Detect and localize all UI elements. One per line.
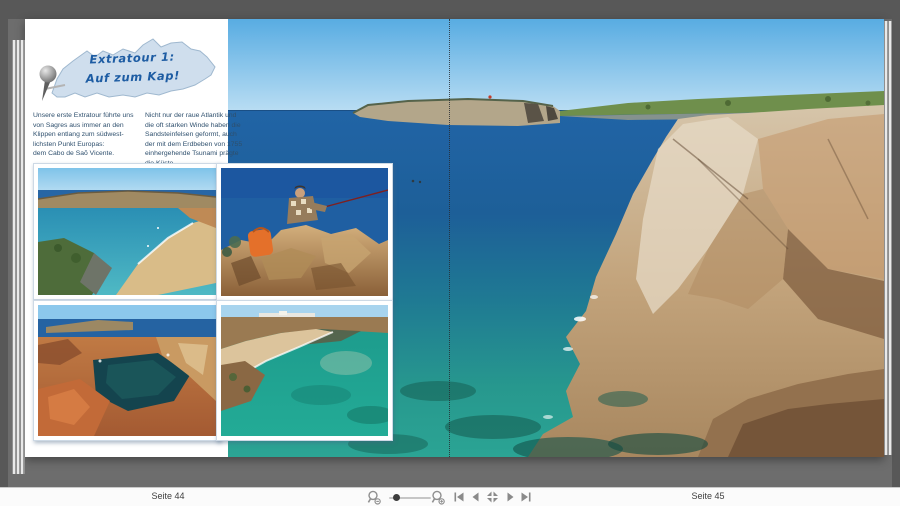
next-page-button[interactable]: [503, 490, 519, 505]
last-page-button[interactable]: [519, 490, 535, 505]
previous-page-icon: [469, 490, 483, 504]
window-frame-left: [0, 0, 8, 487]
fit-to-window-button[interactable]: [485, 490, 501, 505]
page-fold-line: [449, 19, 450, 457]
map-title-text[interactable]: Extratour 1: Auf zum Kap!: [64, 47, 200, 90]
text-block-right[interactable]: Nicht nur der raue Atlantik und die oft …: [145, 111, 255, 168]
photo-red-rock-cove[interactable]: [33, 300, 221, 441]
zoom-out-button[interactable]: [366, 490, 382, 505]
previous-page-button[interactable]: [469, 490, 485, 505]
first-page-icon: [452, 490, 466, 504]
fit-to-window-icon: [485, 490, 500, 504]
bottom-toolbar: Seite 44 Seite 45: [0, 487, 900, 506]
photo-cliff-beach[interactable]: [216, 300, 393, 441]
orange-bag: [247, 228, 273, 257]
page-stack-right-edge: [884, 21, 892, 455]
photo-fisherman[interactable]: [216, 163, 393, 301]
zoom-slider[interactable]: [389, 490, 431, 505]
zoom-slider-knob[interactable]: [393, 494, 400, 501]
window-frame-top: [0, 0, 900, 19]
text-block-left[interactable]: Unsere erste Extratour führte uns von Sa…: [33, 111, 143, 159]
zoom-in-button[interactable]: [430, 490, 446, 505]
photo-beach-bay[interactable]: [33, 163, 221, 300]
magnifier-plus-icon: [430, 490, 446, 505]
next-page-icon: [503, 490, 517, 504]
left-page-number: Seite 44: [138, 491, 198, 501]
page-stack-left-edge: [12, 40, 25, 474]
first-page-button[interactable]: [452, 490, 468, 505]
last-page-icon: [519, 490, 533, 504]
right-page-number: Seite 45: [678, 491, 738, 501]
book-spread: Extratour 1: Auf zum Kap! Unsere erste E…: [25, 19, 884, 457]
window-frame-right: [892, 0, 900, 487]
magnifier-minus-icon: [366, 490, 382, 505]
